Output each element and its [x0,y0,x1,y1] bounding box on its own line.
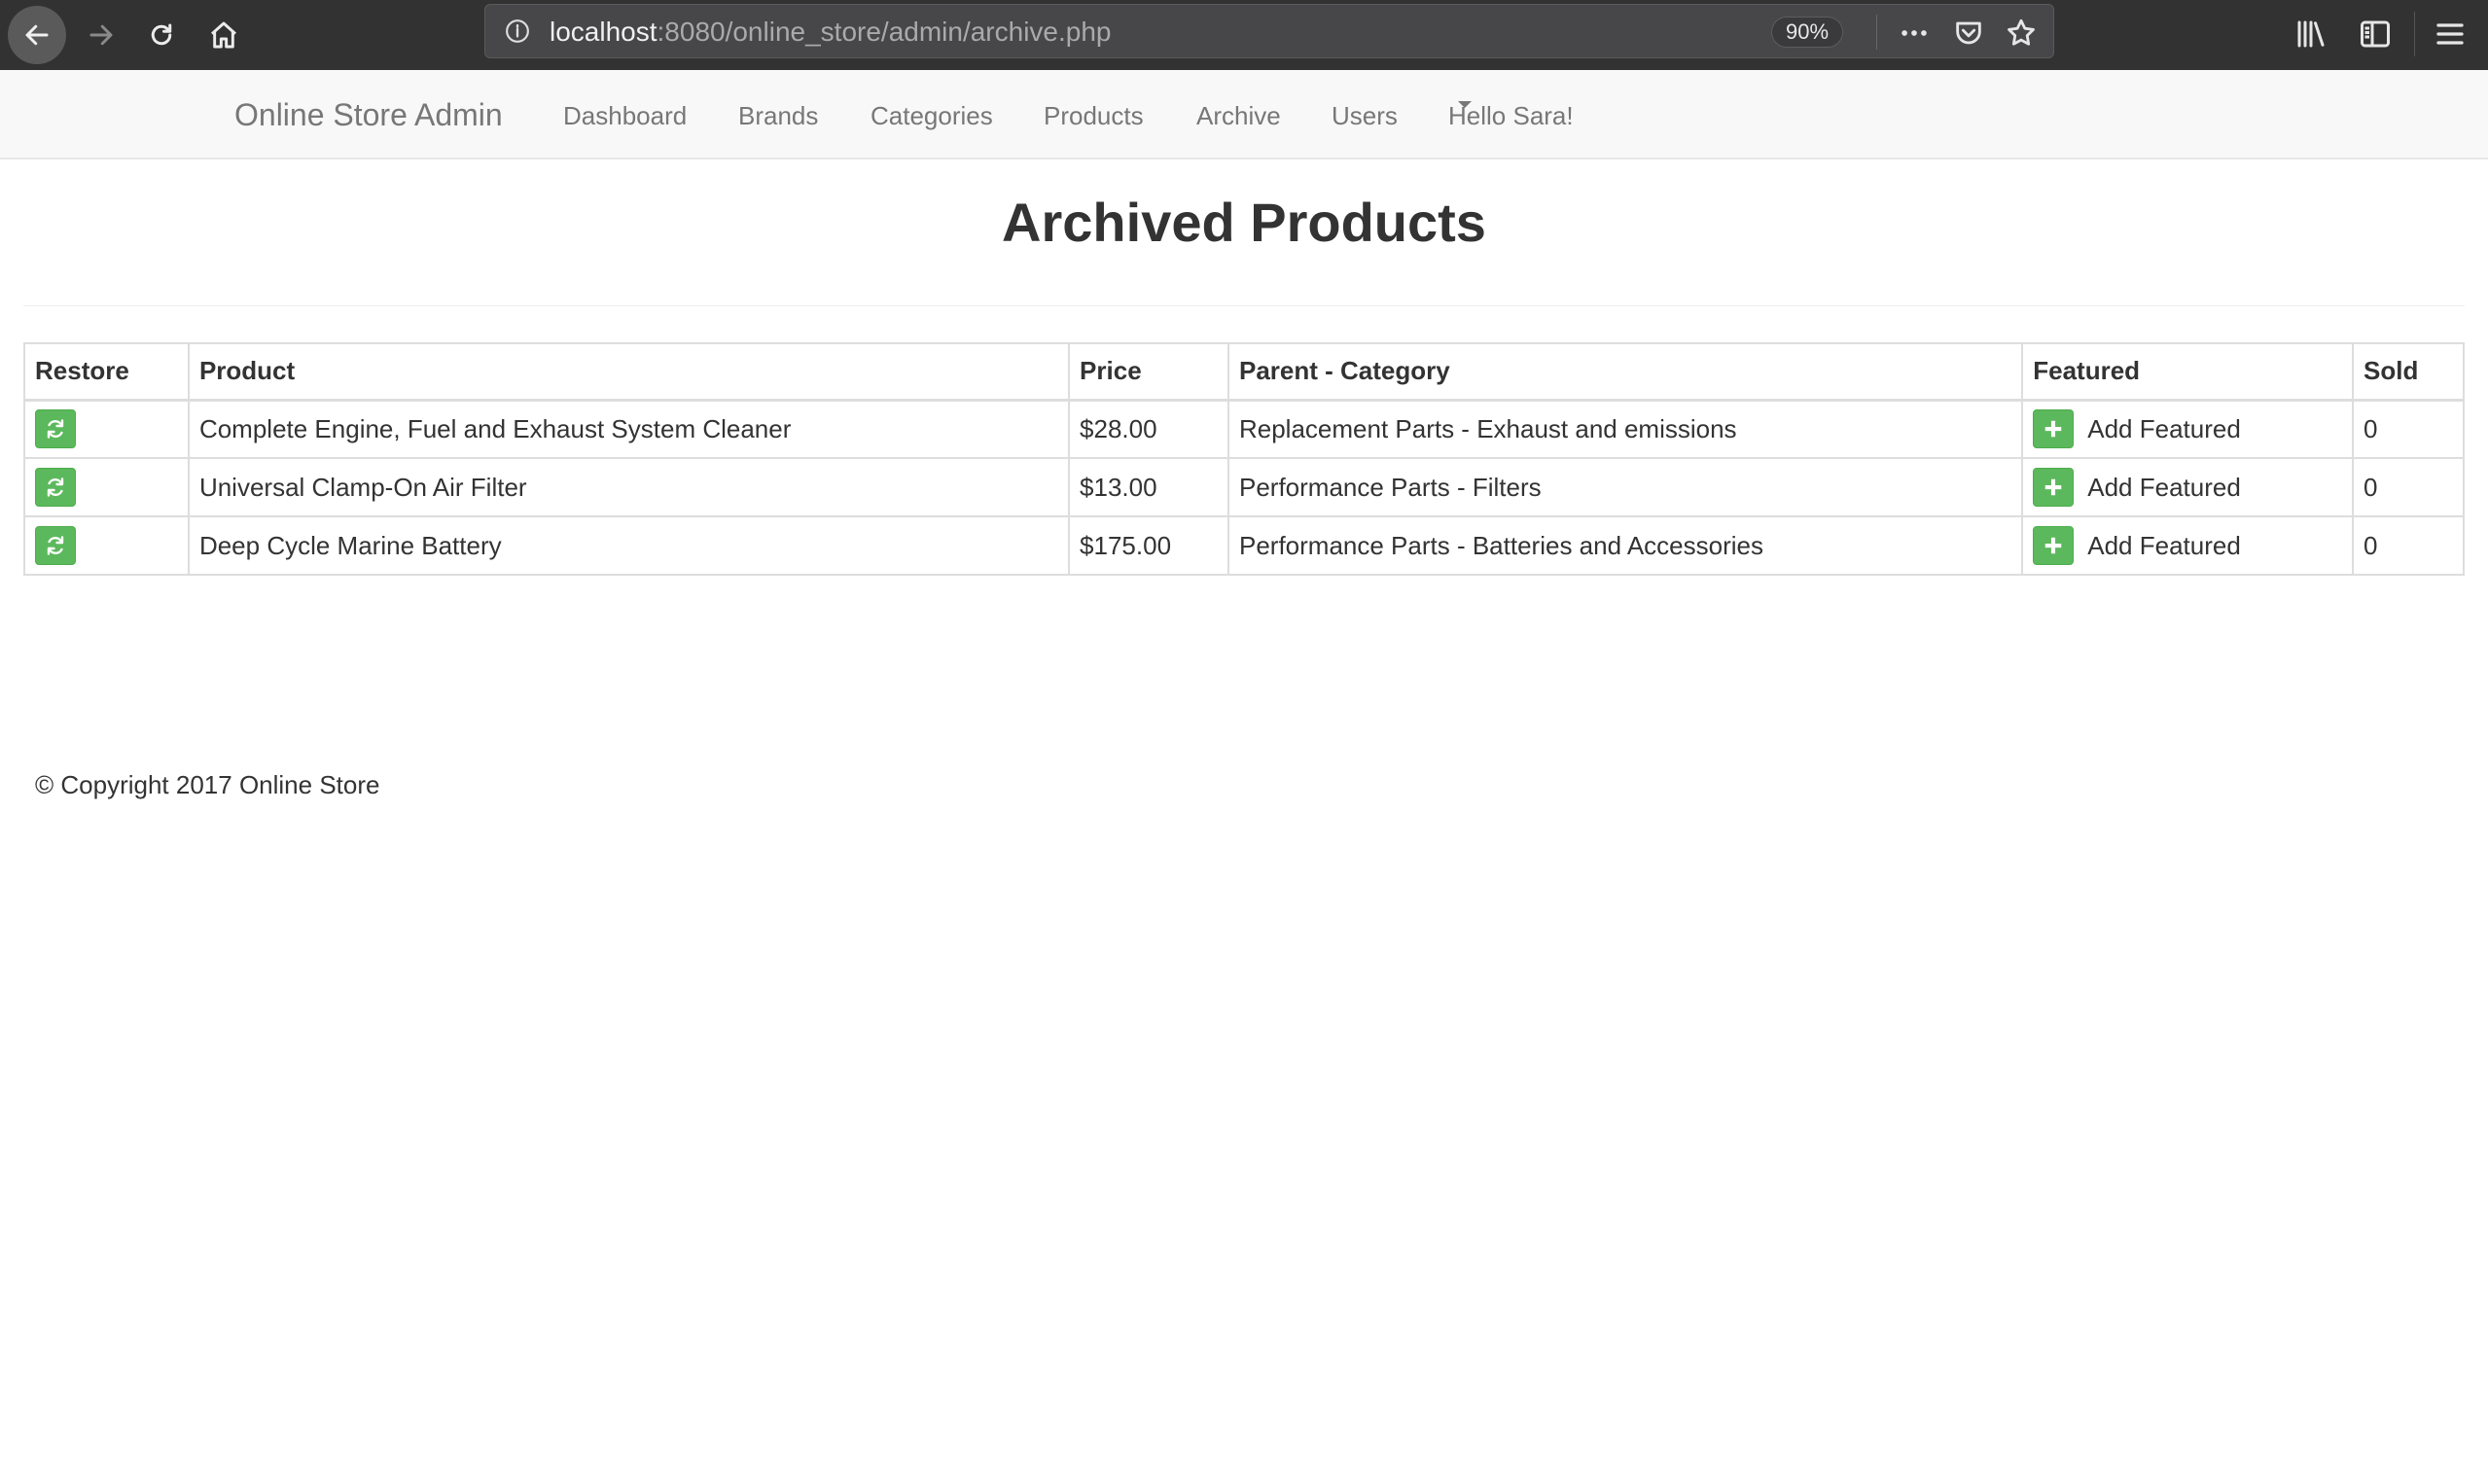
header-sold: Sold [2352,342,2465,402]
nav-users[interactable]: Users [1332,101,1398,131]
url-path: :8080/online_store/admin/archive.php [657,17,1112,47]
nav-brands[interactable]: Brands [738,101,818,131]
zoom-indicator[interactable]: 90% [1771,17,1844,48]
address-bar-divider [1876,15,1877,50]
add-featured-label: Add Featured [2087,530,2241,560]
header-featured: Featured [2021,342,2354,402]
info-icon[interactable] [505,18,530,44]
sold-cell: 0 [2352,399,2465,459]
browser-toolbar: localhost:8080/online_store/admin/archiv… [0,0,2488,70]
reload-icon [151,23,172,46]
product-name-cell: Complete Engine, Fuel and Exhaust System… [187,399,1071,459]
table-header-row: Restore Product Price Parent - Category … [23,342,2465,402]
url-text[interactable]: localhost:8080/online_store/admin/archiv… [550,17,1112,48]
plus-icon [2045,421,2062,438]
table-row: Universal Clamp-On Air Filter $13.00 Per… [23,457,2465,517]
archived-products-table: Restore Product Price Parent - Category … [23,342,2465,576]
price-cell: $28.00 [1068,399,1229,459]
refresh-icon [47,477,64,497]
price-cell: $175.00 [1068,515,1229,576]
nav-archive[interactable]: Archive [1196,101,1281,131]
product-name-cell: Universal Clamp-On Air Filter [187,457,1071,517]
more-actions-icon[interactable] [1898,17,1931,50]
navbar-brand[interactable]: Online Store Admin [234,97,503,133]
pocket-icon[interactable] [1952,17,1985,50]
bookmark-star-icon[interactable] [2005,17,2038,50]
restore-cell [23,399,190,459]
library-icon[interactable] [2293,17,2328,52]
header-price: Price [1068,342,1229,402]
title-divider [23,305,2465,306]
site-navbar: Online Store Admin Dashboard Brands Cate… [0,70,2488,159]
nav-categories[interactable]: Categories [871,101,993,131]
home-icon [211,21,236,49]
sold-cell: 0 [2352,515,2465,576]
nav-products[interactable]: Products [1044,101,1144,131]
restore-cell [23,515,190,576]
category-cell: Performance Parts - Filters [1226,457,2024,517]
hamburger-menu-icon[interactable] [2433,17,2468,52]
forward-button[interactable] [72,6,130,64]
add-featured-label: Add Featured [2087,472,2241,502]
category-cell: Performance Parts - Batteries and Access… [1226,515,2024,576]
add-featured-button[interactable] [2033,409,2075,449]
arrow-left-icon [25,24,49,46]
restore-button[interactable] [35,526,76,565]
home-button[interactable] [195,6,253,64]
address-bar[interactable]: localhost:8080/online_store/admin/archiv… [484,4,2054,58]
category-cell: Replacement Parts - Exhaust and emission… [1226,399,2024,459]
sold-cell: 0 [2352,457,2465,517]
table-row: Deep Cycle Marine Battery $175.00 Perfor… [23,515,2465,576]
reload-button[interactable] [132,6,191,64]
restore-cell [23,457,190,517]
plus-icon [2045,478,2062,496]
page-title: Archived Products [1002,192,1486,253]
url-host: localhost [550,17,658,47]
sidebar-icon[interactable] [2358,17,2393,52]
featured-cell: Add Featured [2021,399,2354,459]
header-category: Parent - Category [1226,342,2024,402]
footer-copyright: © Copyright 2017 Online Store [35,770,380,799]
add-featured-button[interactable] [2033,468,2075,507]
nav-dashboard[interactable]: Dashboard [563,101,687,131]
add-featured-label: Add Featured [2087,413,2241,443]
refresh-icon [47,536,64,555]
header-product: Product [187,342,1071,402]
toolbar-divider [2414,12,2415,56]
back-button[interactable] [8,6,66,64]
product-name-cell: Deep Cycle Marine Battery [187,515,1071,576]
arrow-right-icon [89,24,113,46]
featured-cell: Add Featured [2021,457,2354,517]
featured-cell: Add Featured [2021,515,2354,576]
table-row: Complete Engine, Fuel and Exhaust System… [23,399,2465,459]
restore-button[interactable] [35,468,76,507]
refresh-icon [47,419,64,439]
plus-icon [2045,537,2062,554]
price-cell: $13.00 [1068,457,1229,517]
add-featured-button[interactable] [2033,526,2075,565]
caret-down-icon [1458,101,1472,108]
restore-button[interactable] [35,409,76,449]
header-restore: Restore [23,342,190,402]
